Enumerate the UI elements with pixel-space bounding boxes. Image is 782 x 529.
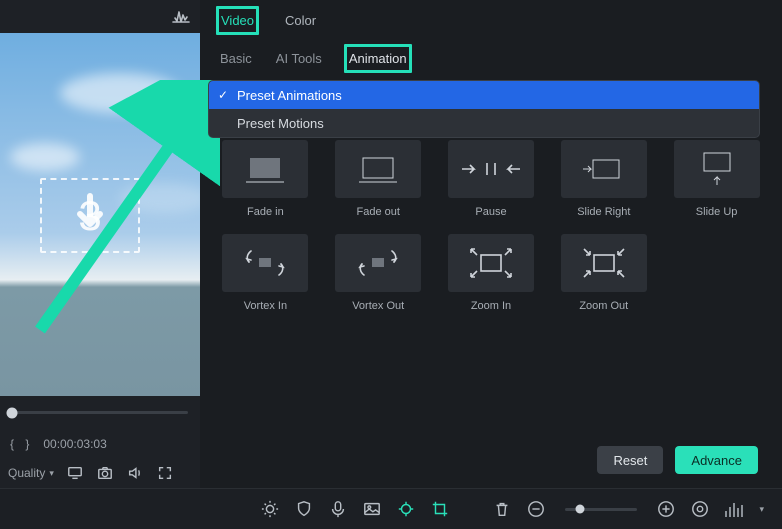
chevron-down-icon: ▾ [49,468,54,479]
dropdown-option-preset-motions[interactable]: Preset Motions [209,109,759,137]
overlay-number: 3 [78,192,101,240]
zoom-slider[interactable] [565,508,637,511]
animation-label: Fade in [247,206,284,218]
animation-label: Slide Right [577,206,630,218]
chevron-down-icon[interactable]: ▾ [759,504,764,515]
equalizer-icon[interactable] [725,501,743,517]
animation-label: Vortex In [244,300,287,312]
animation-slide-up[interactable]: Slide Up [669,140,764,218]
animation-vortex-in[interactable]: Vortex In [218,234,313,312]
animation-label: Slide Up [696,206,738,218]
timeline-toolbar: ▾ [0,488,782,529]
animation-slide-right[interactable]: Slide Right [556,140,651,218]
snapshot-icon[interactable] [96,464,114,482]
volume-icon[interactable] [126,464,144,482]
animation-grid: Fade in Fade out Pause Slide Right Slide [218,140,764,312]
brightness-icon[interactable] [261,500,279,518]
advance-button[interactable]: Advance [675,446,758,474]
preview-panel: 3 { } 00:00:03:03 Quality ▾ [0,0,200,488]
animation-fade-in[interactable]: Fade in [218,140,313,218]
preview-viewport[interactable]: 3 [0,33,200,396]
preview-drop-target: 3 [40,178,140,253]
dropdown-option-preset-animations[interactable]: Preset Animations [209,81,759,109]
subtab-animation[interactable]: Animation [344,44,412,73]
animation-zoom-in[interactable]: Zoom In [444,234,539,312]
target-icon[interactable] [397,500,415,518]
animation-label: Pause [475,206,506,218]
waveform-icon[interactable] [172,8,190,26]
fullscreen-icon[interactable] [156,464,174,482]
tab-color[interactable]: Color [283,9,318,32]
subtab-basic[interactable]: Basic [218,47,254,70]
inspector-panel: Video Color Basic AI Tools Animation Pre… [200,0,782,488]
quality-label: Quality [8,466,45,480]
image-icon[interactable] [363,500,381,518]
tab-video[interactable]: Video [216,6,259,35]
animation-zoom-out[interactable]: Zoom Out [556,234,651,312]
markers-icon[interactable]: { } [10,437,33,451]
zoom-in-icon[interactable] [657,500,675,518]
preview-scrubber[interactable] [0,396,200,429]
animation-label: Zoom In [471,300,511,312]
display-icon[interactable] [66,464,84,482]
reset-button[interactable]: Reset [597,446,663,474]
animation-label: Fade out [356,206,399,218]
animation-type-dropdown[interactable]: Preset Animations Preset Motions [208,80,760,138]
animation-label: Vortex Out [352,300,404,312]
mic-icon[interactable] [329,500,347,518]
animation-pause[interactable]: Pause [444,140,539,218]
crop-icon[interactable] [431,500,449,518]
animation-label: Zoom Out [579,300,628,312]
subtab-ai-tools[interactable]: AI Tools [274,47,324,70]
fit-icon[interactable] [691,500,709,518]
animation-fade-out[interactable]: Fade out [331,140,426,218]
zoom-out-icon[interactable] [527,500,545,518]
trash-icon[interactable] [493,500,511,518]
shield-icon[interactable] [295,500,313,518]
animation-vortex-out[interactable]: Vortex Out [331,234,426,312]
timecode: 00:00:03:03 [43,437,106,451]
quality-dropdown[interactable]: Quality ▾ [8,466,54,480]
